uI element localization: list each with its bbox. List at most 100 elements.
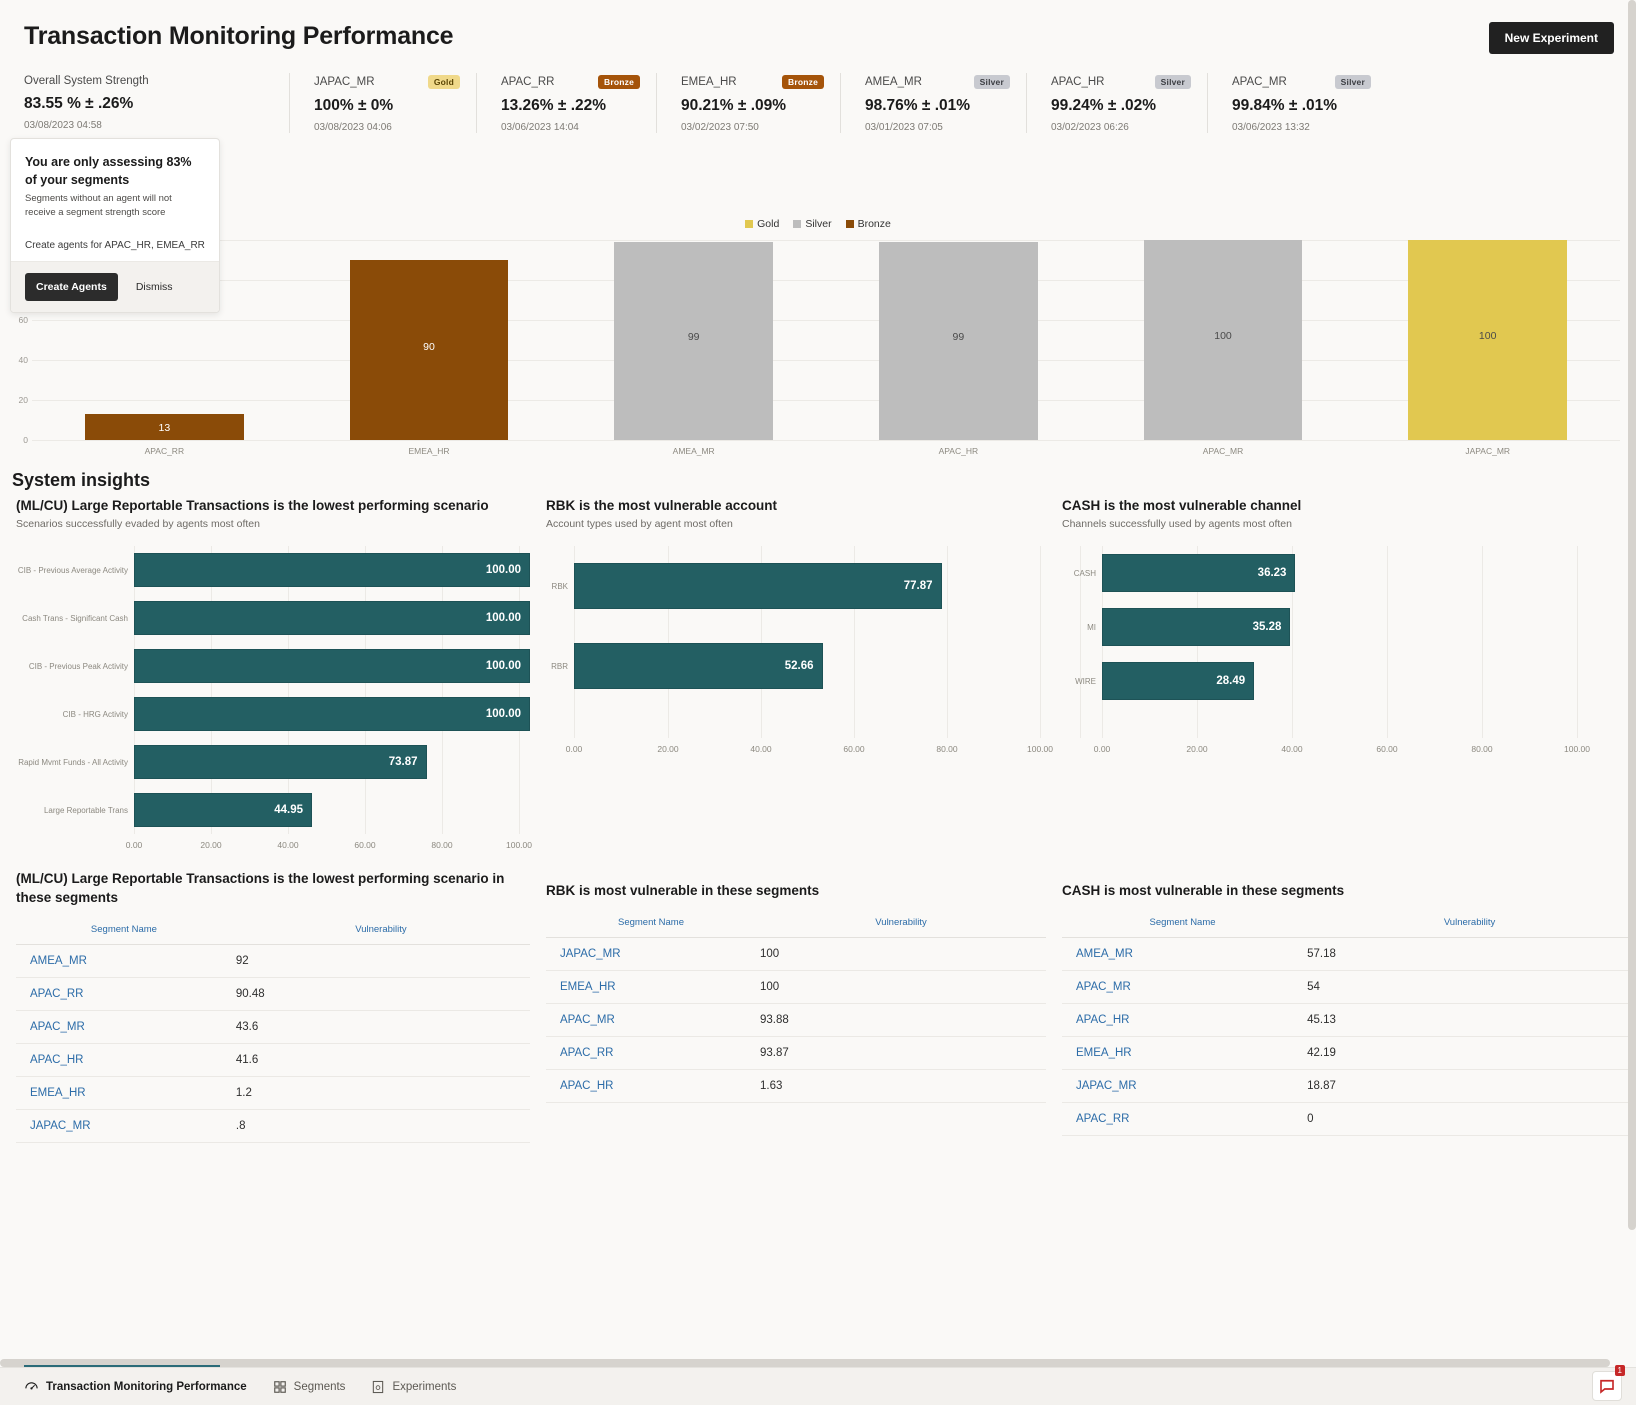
bar-cib-previous-peak-activity[interactable]: 100.00 xyxy=(134,649,530,684)
bar-cib-hrg-activity[interactable]: 100.00 xyxy=(134,697,530,732)
column-header-segment-name[interactable]: Segment Name xyxy=(16,918,232,946)
bar-cash[interactable]: 36.23 xyxy=(1102,554,1296,593)
table-row[interactable]: APAC_MR 43.6 xyxy=(16,1010,530,1045)
kpi-card-emea-hr: EMEA_HR Bronze 90.21% ± .09% 03/02/2023 … xyxy=(656,73,840,134)
bar-track: 100.00 xyxy=(134,553,530,588)
table-row[interactable]: JAPAC_MR 100 xyxy=(546,937,1046,972)
cell-vulnerability: 90.48 xyxy=(231,977,530,1012)
cell-segment-name[interactable]: APAC_RR xyxy=(16,977,232,1012)
bar-value: 100.00 xyxy=(485,660,521,673)
kpi-value: 100% ± 0% xyxy=(314,97,394,115)
toast-title: You are only assessing 83% of your segme… xyxy=(25,155,192,188)
cell-segment-name[interactable]: AMEA_MR xyxy=(16,944,232,979)
y-tick: 60 xyxy=(18,315,28,326)
cell-segment-name[interactable]: APAC_MR xyxy=(546,1003,756,1038)
bar-japac-mr[interactable]: 100 xyxy=(1408,240,1568,441)
hbar-row: CASH 36.23 xyxy=(1062,546,1636,600)
nav-item-segments[interactable]: Segments xyxy=(273,1380,345,1394)
bar-wire[interactable]: 28.49 xyxy=(1102,662,1255,701)
create-agents-button[interactable]: Create Agents xyxy=(25,272,118,301)
bar-mi[interactable]: 35.28 xyxy=(1102,608,1291,647)
bar-value: 28.49 xyxy=(1216,675,1246,688)
cell-segment-name[interactable]: APAC_MR xyxy=(16,1010,232,1045)
cell-segment-name[interactable]: APAC_HR xyxy=(16,1043,232,1078)
cell-vulnerability: .8 xyxy=(231,1109,530,1144)
x-tick: 20.00 xyxy=(1186,744,1208,755)
insight-title: RBK is the most vulnerable account xyxy=(546,498,778,514)
x-tick: 20.00 xyxy=(657,744,679,755)
table-row[interactable]: APAC_RR 90.48 xyxy=(16,977,530,1012)
legend-item-gold[interactable]: Gold xyxy=(745,218,779,230)
cell-segment-name[interactable]: APAC_HR xyxy=(546,1069,756,1104)
x-tick: EMEA_HR xyxy=(408,446,450,457)
bar-rbk[interactable]: 77.87 xyxy=(574,563,942,610)
table-row[interactable]: EMEA_HR 1.2 xyxy=(16,1076,530,1111)
column-slot: 99 xyxy=(826,240,1091,441)
bar-large-reportable-trans[interactable]: 44.95 xyxy=(134,793,312,828)
bar-rapid-mvmt-funds-all-activity[interactable]: 73.87 xyxy=(134,745,427,780)
kpi-label: JAPAC_MR xyxy=(314,76,375,89)
table-row[interactable]: EMEA_HR 100 xyxy=(546,970,1046,1005)
bar-cash-trans-significant-cash[interactable]: 100.00 xyxy=(134,601,530,636)
table-row[interactable]: APAC_MR 54 xyxy=(1062,970,1636,1005)
cell-segment-name[interactable]: APAC_HR xyxy=(1062,1003,1304,1038)
table-row[interactable]: APAC_HR 1.63 xyxy=(546,1069,1046,1104)
column-header-vulnerability[interactable]: Vulnerability xyxy=(1303,911,1636,939)
new-experiment-button[interactable]: New Experiment xyxy=(1488,22,1614,54)
ranks-section: System strength ranks Gold Silver Bronze xyxy=(0,179,1636,458)
dismiss-button[interactable]: Dismiss xyxy=(136,281,173,293)
cell-segment-name[interactable]: APAC_MR xyxy=(1062,970,1304,1005)
kpi-timestamp: 03/08/2023 04:58 xyxy=(24,120,102,131)
table-row[interactable]: APAC_MR 93.88 xyxy=(546,1003,1046,1038)
legend-item-bronze[interactable]: Bronze xyxy=(845,218,891,230)
column-header-vulnerability[interactable]: Vulnerability xyxy=(231,918,530,946)
bar-rbr[interactable]: 52.66 xyxy=(574,643,823,690)
cell-segment-name[interactable]: JAPAC_MR xyxy=(1062,1069,1304,1104)
legend-item-silver[interactable]: Silver xyxy=(793,218,832,230)
x-tick: 40.00 xyxy=(1281,744,1303,755)
bar-value: 13 xyxy=(158,421,171,434)
cell-segment-name[interactable]: APAC_RR xyxy=(546,1036,756,1071)
table-row[interactable]: JAPAC_MR .8 xyxy=(16,1109,530,1144)
bar-amea-mr[interactable]: 99 xyxy=(614,242,774,441)
nav-item-experiments[interactable]: Experiments xyxy=(371,1380,456,1394)
kpi-timestamp: 03/06/2023 14:04 xyxy=(501,122,579,134)
column-slot: 99 xyxy=(561,240,826,441)
table-row[interactable]: EMEA_HR 42.19 xyxy=(1062,1036,1636,1071)
column-header-vulnerability[interactable]: Vulnerability xyxy=(756,911,1046,939)
bar-value: 100 xyxy=(1214,330,1232,343)
bar-value: 52.66 xyxy=(784,660,814,673)
table-row[interactable]: JAPAC_MR 18.87 xyxy=(1062,1069,1636,1104)
table-row[interactable]: AMEA_MR 92 xyxy=(16,944,530,979)
table-row[interactable]: APAC_RR 0 xyxy=(1062,1102,1636,1137)
table-row[interactable]: APAC_HR 41.6 xyxy=(16,1043,530,1078)
nav-item-transaction-monitoring-performance[interactable]: Transaction Monitoring Performance xyxy=(24,1379,247,1394)
cell-segment-name[interactable]: AMEA_MR xyxy=(1062,937,1304,972)
kpi-value: 90.21% ± .09% xyxy=(681,97,787,115)
column-header-segment-name[interactable]: Segment Name xyxy=(1062,911,1304,939)
bar-apac-hr[interactable]: 99 xyxy=(878,242,1038,441)
bar-apac-rr[interactable]: 13 xyxy=(84,414,244,441)
table-row[interactable]: AMEA_MR 57.18 xyxy=(1062,937,1636,972)
cell-segment-name[interactable]: EMEA_HR xyxy=(546,970,756,1005)
cell-segment-name[interactable]: JAPAC_MR xyxy=(16,1109,232,1144)
table-row[interactable]: APAC_HR 45.13 xyxy=(1062,1003,1636,1038)
table-row[interactable]: APAC_RR 93.87 xyxy=(546,1036,1046,1071)
vertical-scrollbar[interactable] xyxy=(1628,0,1636,1367)
cell-segment-name[interactable]: JAPAC_MR xyxy=(546,937,756,972)
segments-notification-toast: You are only assessing 83% of your segme… xyxy=(10,138,220,313)
bar-cib-previous-average-activity[interactable]: 100.00 xyxy=(134,553,530,588)
page-header: Transaction Monitoring Performance New E… xyxy=(0,0,1636,139)
cell-vulnerability: 41.6 xyxy=(231,1043,530,1078)
bar-category-label: CIB - HRG Activity xyxy=(62,709,128,719)
bar-emea-hr[interactable]: 90 xyxy=(349,260,509,441)
bar-apac-mr[interactable]: 100 xyxy=(1143,240,1303,441)
notification-widget[interactable]: 1 xyxy=(1592,1365,1625,1401)
bar-track: 52.66 xyxy=(574,643,1046,690)
cell-segment-name[interactable]: EMEA_HR xyxy=(16,1076,232,1111)
kpi-label: EMEA_HR xyxy=(681,76,737,89)
column-header-segment-name[interactable]: Segment Name xyxy=(546,911,756,939)
horizontal-scrollbar[interactable] xyxy=(0,1359,1636,1367)
cell-segment-name[interactable]: EMEA_HR xyxy=(1062,1036,1304,1071)
cell-segment-name[interactable]: APAC_RR xyxy=(1062,1102,1304,1137)
